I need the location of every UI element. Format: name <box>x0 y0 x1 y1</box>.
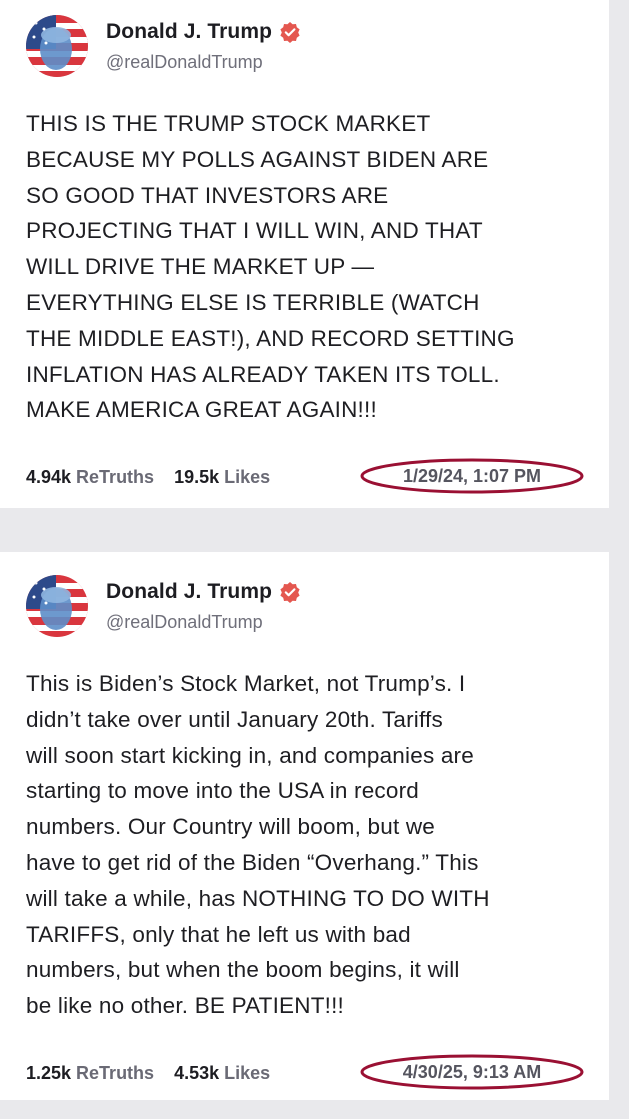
likes-label: Likes <box>224 1062 271 1083</box>
post-header: Donald J. Trump @realDonaldTrump <box>26 574 301 638</box>
timestamp-container: 4/30/25, 9:13 AM <box>359 1052 585 1092</box>
retruths-stat[interactable]: 1.25k ReTruths <box>26 1063 154 1084</box>
post-footer: 1.25k ReTruths 4.53k Likes 4/30/25, 9:13… <box>26 1054 589 1090</box>
post-timestamp[interactable]: 1/29/24, 1:07 PM <box>359 466 585 487</box>
post-header: Donald J. Trump @realDonaldTrump <box>26 14 301 78</box>
user-handle[interactable]: @realDonaldTrump <box>106 612 301 633</box>
likes-stat[interactable]: 4.53k Likes <box>174 1063 270 1084</box>
post-text: This is Biden’s Stock Market, not Trump’… <box>26 671 490 1019</box>
avatar[interactable] <box>26 575 88 637</box>
user-handle[interactable]: @realDonaldTrump <box>106 52 301 73</box>
retruths-count: 1.25k <box>26 1062 72 1083</box>
avatar[interactable] <box>26 15 88 77</box>
likes-stat[interactable]: 19.5k Likes <box>174 467 270 488</box>
verified-badge-icon <box>279 21 301 43</box>
retruths-label: ReTruths <box>76 1062 155 1083</box>
post-card: Donald J. Trump @realDonaldTrump This is… <box>0 552 609 1100</box>
likes-count: 4.53k <box>174 1062 220 1083</box>
post-timestamp[interactable]: 4/30/25, 9:13 AM <box>359 1062 585 1083</box>
likes-label: Likes <box>224 466 271 487</box>
post-card: Donald J. Trump @realDonaldTrump THIS IS… <box>0 0 609 508</box>
timestamp-container: 1/29/24, 1:07 PM <box>359 456 585 496</box>
display-name[interactable]: Donald J. Trump <box>106 580 272 604</box>
retruths-stat[interactable]: 4.94k ReTruths <box>26 467 154 488</box>
likes-count: 19.5k <box>174 466 220 487</box>
post-footer: 4.94k ReTruths 19.5k Likes 1/29/24, 1:07… <box>26 458 589 494</box>
retruths-count: 4.94k <box>26 466 72 487</box>
verified-badge-icon <box>279 581 301 603</box>
post-text: THIS IS THE TRUMP STOCK MARKET BECAUSE M… <box>26 111 515 423</box>
display-name[interactable]: Donald J. Trump <box>106 20 272 44</box>
retruths-label: ReTruths <box>76 466 155 487</box>
